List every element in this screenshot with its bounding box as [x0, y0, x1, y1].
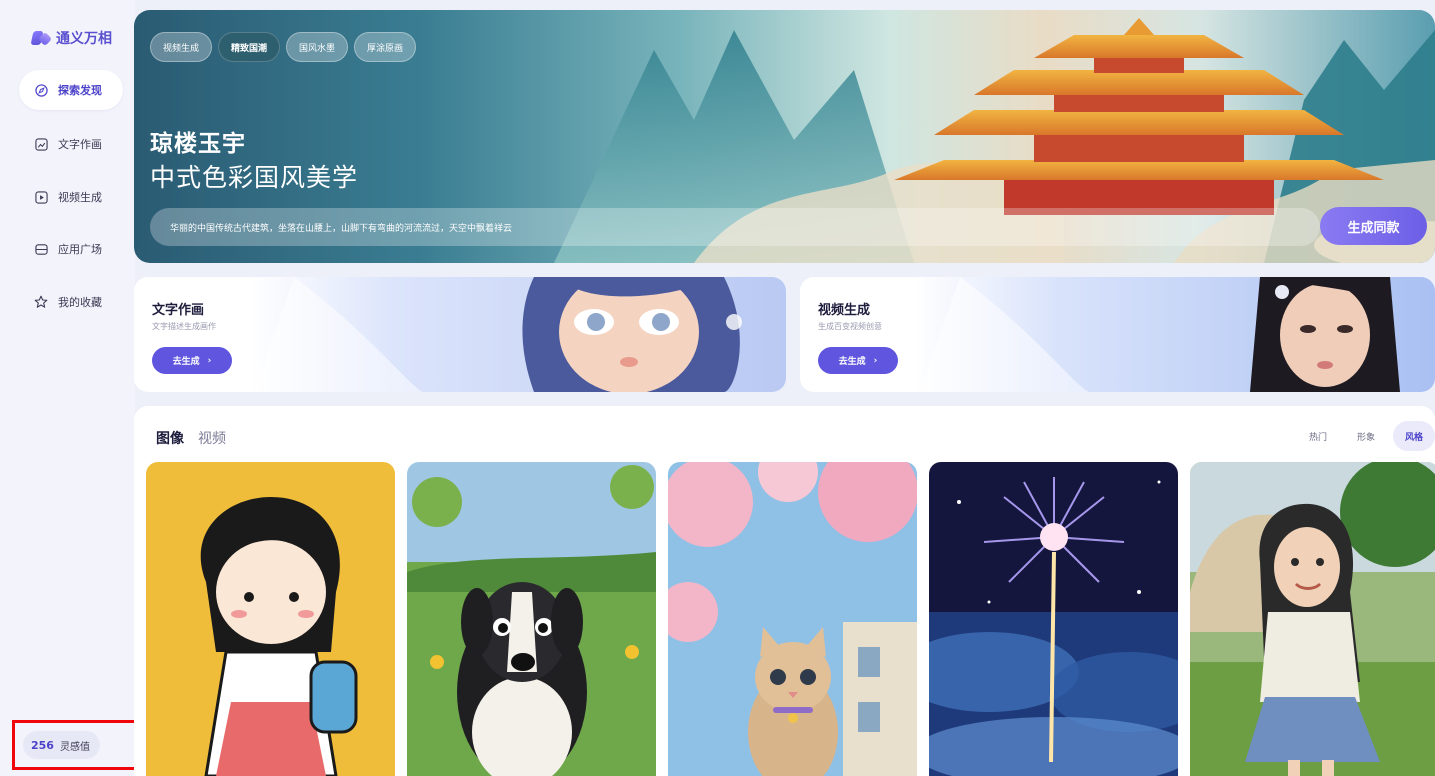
gallery-image-cat-blossoms[interactable]	[668, 462, 917, 776]
card-art-portrait	[920, 277, 1400, 392]
credits-highlight-box: 256 灵感值	[12, 720, 138, 770]
chevron-right-icon: ›	[207, 355, 212, 366]
card-description: 生成百变视频创意	[818, 322, 882, 331]
card-title: 文字作画	[152, 303, 205, 318]
chip-guochao[interactable]: 精致国潮	[218, 32, 281, 62]
gallery-image-clay-girl[interactable]	[1190, 462, 1435, 776]
sidebar-item-label: 我的收藏	[58, 296, 102, 309]
filter-character[interactable]: 形象	[1345, 421, 1387, 451]
style-chip-group: 视频生成 精致国潮 国风水墨 厚涂原画	[150, 32, 417, 62]
image-edit-icon	[34, 137, 48, 151]
card-description: 文字描述生成画作	[152, 322, 216, 331]
sidebar-item-text-to-image[interactable]: 文字作画	[19, 124, 123, 164]
chevron-right-icon: ›	[873, 355, 878, 366]
sidebar-item-label: 探索发现	[58, 84, 102, 97]
sidebar-item-favorites[interactable]: 我的收藏	[19, 282, 123, 322]
credits-label: 灵感值	[59, 741, 90, 753]
sidebar-item-video[interactable]: 视频生成	[19, 177, 123, 217]
hero-banner[interactable]: 视频生成 精致国潮 国风水墨 厚涂原画 琼楼玉宇 中式色彩国风美学 华丽的中国传…	[134, 10, 1435, 263]
sidebar-item-label: 文字作画	[58, 138, 102, 151]
tab-videos[interactable]: 视频	[198, 428, 226, 448]
tab-images[interactable]: 图像	[156, 428, 184, 448]
gallery-section: 图像 视频 热门 形象 风格	[134, 406, 1435, 776]
generate-same-button[interactable]: 生成同款	[1320, 207, 1427, 245]
card-text-to-image[interactable]: 文字作画 文字描述生成画作 去生成 ›	[134, 277, 786, 392]
app-name: 通义万相	[56, 31, 112, 47]
sidebar-item-label: 应用广场	[58, 243, 102, 256]
compass-icon	[34, 83, 48, 97]
credits-value: 256	[31, 738, 54, 752]
gallery-filters: 热门 形象 风格	[1297, 421, 1435, 451]
gallery-image-cartoon-girl[interactable]	[146, 462, 395, 776]
prompt-text: 华丽的中国传统古代建筑，坐落在山腰上，山脚下有弯曲的河流流过，天空中飘着祥云	[150, 208, 1320, 246]
sidebar-item-explore[interactable]: 探索发现	[19, 70, 123, 110]
logo-icon	[32, 29, 50, 47]
hero-subtitle: 中式色彩国风美学	[150, 163, 359, 192]
filter-hot[interactable]: 热门	[1297, 421, 1339, 451]
app-logo[interactable]: 通义万相	[32, 28, 112, 48]
play-square-icon	[34, 190, 48, 204]
gallery-tabs: 图像 视频	[156, 428, 226, 448]
sidebar: 通义万相 探索发现 文字作画 视频生成 应用广场 我的收藏 256 灵感值	[0, 0, 138, 776]
card-art-girl	[254, 277, 742, 392]
sidebar-item-label: 视频生成	[58, 191, 102, 204]
gallery-image-dog[interactable]	[407, 462, 656, 776]
card-video-generation[interactable]: 视频生成 生成百变视频创意 去生成 ›	[800, 277, 1435, 392]
star-icon	[34, 295, 48, 309]
gallery-image-fireworks[interactable]	[929, 462, 1178, 776]
app-grid-icon	[34, 242, 48, 256]
filter-style[interactable]: 风格	[1392, 421, 1435, 451]
hero-title: 琼楼玉宇	[150, 131, 246, 157]
button-label: 去生成	[172, 357, 200, 367]
chip-impasto[interactable]: 厚涂原画	[354, 32, 417, 62]
button-label: 去生成	[838, 357, 866, 367]
chip-ink-wash[interactable]: 国风水墨	[286, 32, 349, 62]
card-title: 视频生成	[818, 303, 871, 318]
go-generate-button[interactable]: 去生成 ›	[152, 347, 232, 374]
sidebar-item-app-square[interactable]: 应用广场	[19, 229, 123, 269]
go-generate-button[interactable]: 去生成 ›	[818, 347, 898, 374]
chip-video[interactable]: 视频生成	[150, 32, 213, 62]
credits-badge[interactable]: 256 灵感值	[23, 731, 100, 759]
